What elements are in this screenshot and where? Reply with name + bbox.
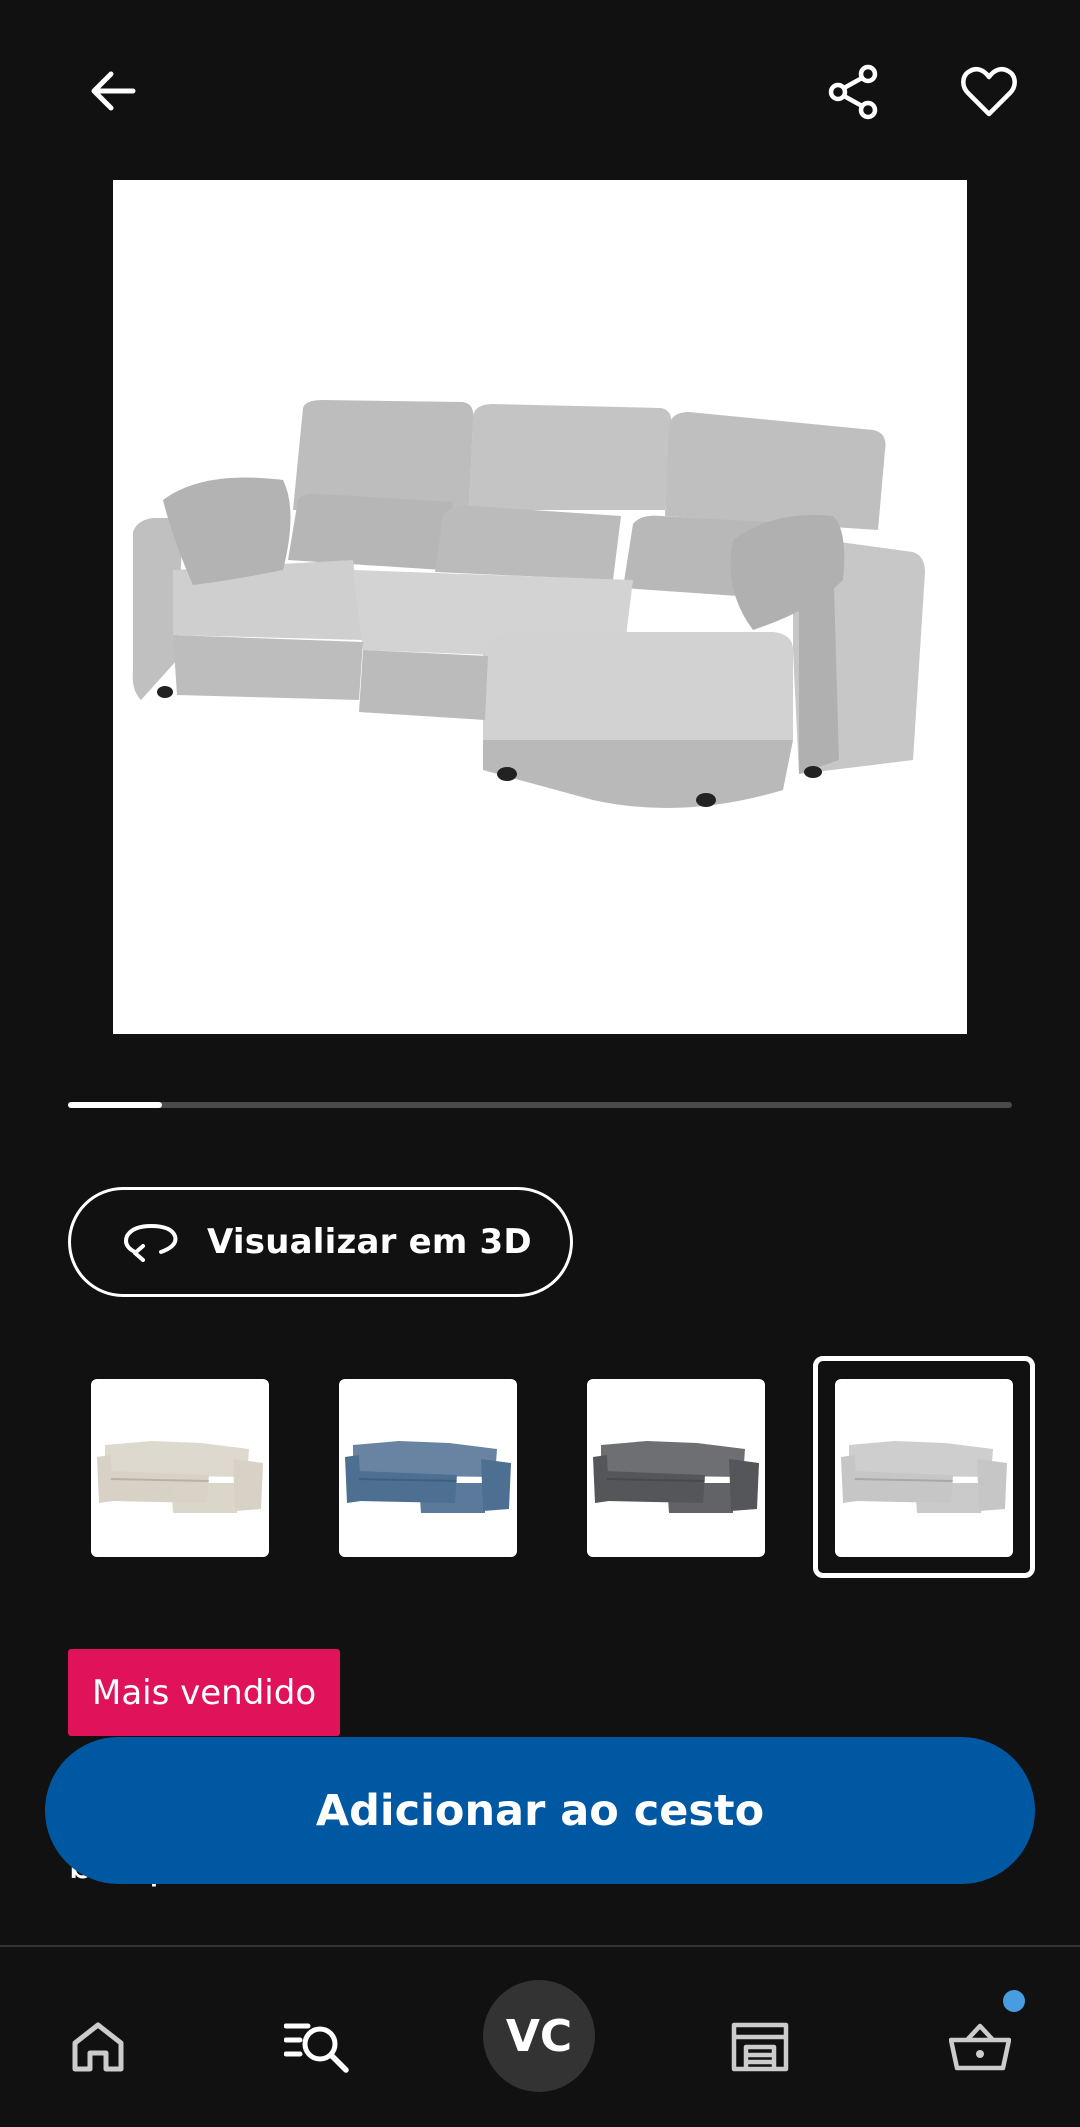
color-swatch-beige[interactable] — [91, 1379, 269, 1557]
color-swatch-dark-gray[interactable] — [587, 1379, 765, 1557]
gallery-progress — [68, 1102, 1012, 1108]
sofa-thumbnail — [841, 1441, 1007, 1513]
add-to-cart-button[interactable]: Adicionar ao cesto — [45, 1737, 1035, 1884]
back-button[interactable] — [78, 56, 148, 126]
share-button[interactable] — [818, 56, 890, 128]
arrow-left-icon — [91, 71, 136, 111]
profile-initials: VC — [505, 2010, 573, 2062]
nav-profile[interactable]: VC — [483, 1980, 595, 2092]
add-to-cart-label: Adicionar ao cesto — [315, 1785, 765, 1836]
bottom-navigation: VC — [0, 1945, 1080, 2127]
view-3d-label: Visualizar em 3D — [207, 1222, 532, 1262]
sofa-thumbnail — [593, 1441, 759, 1513]
rotate-3d-icon — [124, 1223, 178, 1262]
nav-store[interactable] — [710, 1997, 810, 2097]
color-swatch-blue[interactable] — [339, 1379, 517, 1557]
sofa-thumbnail — [97, 1441, 263, 1513]
search-list-icon — [284, 2023, 349, 2073]
share-icon — [828, 64, 878, 120]
nav-search[interactable] — [268, 1997, 368, 2097]
store-icon — [731, 2022, 789, 2072]
badge-label: Mais vendido — [92, 1672, 317, 1713]
basket-icon — [949, 2023, 1011, 2071]
favorite-button[interactable] — [953, 56, 1025, 128]
nav-home[interactable] — [48, 1997, 148, 2097]
gallery-progress-fill — [68, 1102, 163, 1108]
heart-icon — [961, 67, 1017, 117]
color-swatch-light-gray[interactable] — [835, 1379, 1013, 1557]
view-3d-button[interactable]: Visualizar em 3D — [68, 1187, 573, 1297]
product-image[interactable] — [113, 180, 967, 1034]
best-seller-badge: Mais vendido — [68, 1649, 341, 1736]
sofa-illustration — [132, 400, 925, 808]
sofa-thumbnail — [345, 1441, 511, 1513]
cart-notification-dot — [1003, 1990, 1025, 2012]
nav-cart[interactable] — [930, 1997, 1030, 2097]
home-icon — [72, 2022, 124, 2072]
